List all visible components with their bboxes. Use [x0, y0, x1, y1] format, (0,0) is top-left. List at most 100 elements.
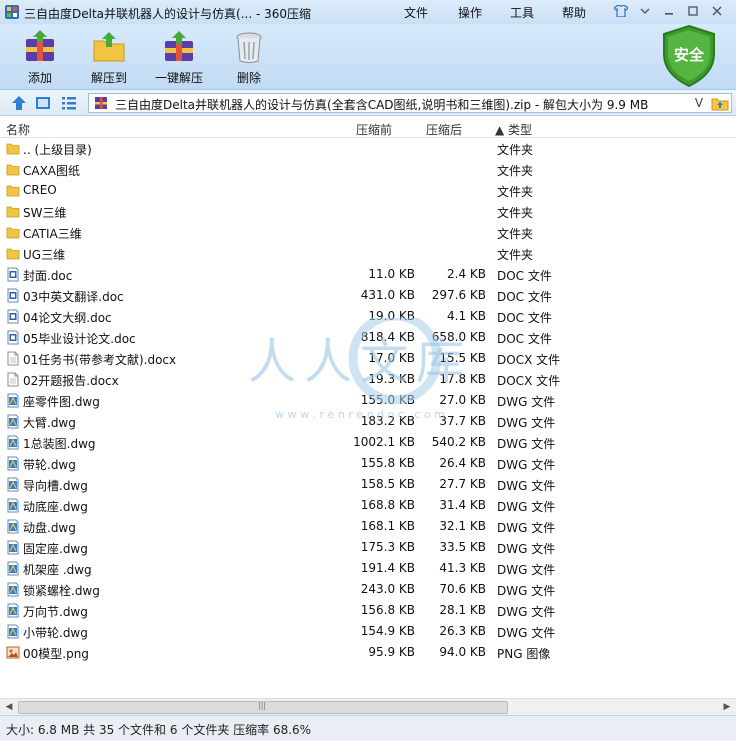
list-view-icon[interactable]	[60, 94, 78, 112]
file-type: 文件夹	[497, 185, 534, 199]
folder-extract-icon	[93, 32, 125, 62]
delete-label: 删除	[236, 71, 261, 85]
file-compressed-size: 297.6 KB	[431, 288, 486, 302]
minimize-button[interactable]	[658, 2, 680, 20]
file-compressed-size: 28.1 KB	[439, 603, 486, 617]
up-arrow-icon[interactable]	[10, 94, 28, 112]
maximize-button[interactable]	[682, 2, 704, 20]
archive-add-icon	[26, 30, 54, 61]
file-original-size: 431.0 KB	[360, 288, 415, 302]
file-row[interactable]: 1总装图.dwg 1002.1 KB 540.2 KB DWG 文件	[0, 432, 736, 453]
thumbnail-view-icon[interactable]	[34, 94, 52, 112]
file-row[interactable]: 00模型.png 95.9 KB 94.0 KB PNG 图像	[0, 642, 736, 663]
scroll-left-icon[interactable]: ◀	[2, 701, 16, 714]
folder-icon	[6, 141, 20, 156]
file-name: 01任务书(带参考文献).docx	[23, 353, 177, 367]
file-compressed-size: 41.3 KB	[439, 561, 486, 575]
file-row[interactable]: 座零件图.dwg 155.0 KB 27.0 KB DWG 文件	[0, 390, 736, 411]
file-row[interactable]: 机架座 .dwg 191.4 KB 41.3 KB DWG 文件	[0, 558, 736, 579]
file-row[interactable]: 05毕业设计论文.doc 818.4 KB 658.0 KB DOC 文件	[0, 327, 736, 348]
one-click-extract-button[interactable]: 一键解压	[154, 29, 204, 86]
doc-file-icon	[6, 288, 20, 303]
security-badge-text: 安全	[674, 46, 705, 64]
file-row[interactable]: 动底座.dwg 168.8 KB 31.4 KB DWG 文件	[0, 495, 736, 516]
close-button[interactable]	[706, 2, 728, 20]
add-button[interactable]: 添加	[20, 29, 60, 86]
folder-icon	[6, 225, 20, 240]
file-row[interactable]: 大臂.dwg 183.2 KB 37.7 KB DWG 文件	[0, 411, 736, 432]
column-original-size[interactable]: 压缩前	[356, 121, 392, 138]
parent-folder-icon[interactable]	[711, 95, 729, 111]
security-shield-icon[interactable]: 安全	[660, 24, 718, 88]
column-type[interactable]: ▲ 类型	[495, 121, 532, 138]
file-row[interactable]: 01任务书(带参考文献).docx 17.0 KB 15.5 KB DOCX 文件	[0, 348, 736, 369]
dwg-file-icon	[6, 477, 20, 492]
folder-icon	[6, 183, 20, 198]
status-text: 大小: 6.8 MB 共 35 个文件和 6 个文件夹 压缩率 68.6%	[6, 723, 312, 737]
file-type: DWG 文件	[497, 521, 556, 535]
window-title: 三自由度Delta并联机器人的设计与仿真(... - 360压缩	[24, 7, 312, 21]
column-name[interactable]: 名称	[6, 121, 30, 138]
file-row[interactable]: 小带轮.dwg 154.9 KB 26.3 KB DWG 文件	[0, 621, 736, 642]
file-row[interactable]: 动盘.dwg 168.1 KB 32.1 KB DWG 文件	[0, 516, 736, 537]
path-field[interactable]: 三自由度Delta并联机器人的设计与仿真(全套含CAD图纸,说明书和三维图).z…	[88, 93, 732, 113]
file-type: DOC 文件	[497, 332, 552, 346]
file-row[interactable]: 固定座.dwg 175.3 KB 33.5 KB DWG 文件	[0, 537, 736, 558]
file-compressed-size: 33.5 KB	[439, 540, 486, 554]
file-compressed-size: 15.5 KB	[439, 351, 486, 365]
path-text: 三自由度Delta并联机器人的设计与仿真(全套含CAD图纸,说明书和三维图).z…	[115, 98, 649, 112]
file-original-size: 17.0 KB	[368, 351, 415, 365]
column-compressed-size[interactable]: 压缩后	[426, 121, 462, 138]
file-type: DWG 文件	[497, 500, 556, 514]
menu-help[interactable]: 帮助	[562, 4, 586, 21]
docx-file-icon	[6, 351, 20, 366]
file-row[interactable]: CREO 文件夹	[0, 180, 736, 201]
horizontal-scrollbar[interactable]: ◀ ||| ▶	[0, 698, 736, 715]
file-row[interactable]: .. (上级目录) 文件夹	[0, 138, 736, 159]
file-type: DWG 文件	[497, 563, 556, 577]
extract-to-button[interactable]: 解压到	[88, 29, 130, 86]
file-original-size: 168.1 KB	[360, 519, 415, 533]
file-row[interactable]: CAXA图纸 文件夹	[0, 159, 736, 180]
file-original-size: 19.3 KB	[368, 372, 415, 386]
file-name: 锁紧螺栓.dwg	[23, 584, 100, 598]
file-row[interactable]: 带轮.dwg 155.8 KB 26.4 KB DWG 文件	[0, 453, 736, 474]
file-row[interactable]: UG三维 文件夹	[0, 243, 736, 264]
file-compressed-size: 27.7 KB	[439, 477, 486, 491]
skin-shirt-icon[interactable]	[610, 2, 632, 20]
file-compressed-size: 37.7 KB	[439, 414, 486, 428]
file-name: 封面.doc	[23, 269, 73, 283]
file-compressed-size: 31.4 KB	[439, 498, 486, 512]
file-row[interactable]: 万向节.dwg 156.8 KB 28.1 KB DWG 文件	[0, 600, 736, 621]
delete-button[interactable]: 删除	[230, 29, 268, 86]
file-row[interactable]: SW三维 文件夹	[0, 201, 736, 222]
file-row[interactable]: 02开题报告.docx 19.3 KB 17.8 KB DOCX 文件	[0, 369, 736, 390]
dwg-file-icon	[6, 582, 20, 597]
file-original-size: 156.8 KB	[360, 603, 415, 617]
path-dropdown-button[interactable]: V	[691, 94, 707, 112]
file-original-size: 183.2 KB	[360, 414, 415, 428]
doc-file-icon	[6, 309, 20, 324]
menu-file[interactable]: 文件	[404, 4, 428, 21]
dropdown-menu-icon[interactable]	[634, 2, 656, 20]
file-row[interactable]: 03中英文翻译.doc 431.0 KB 297.6 KB DOC 文件	[0, 285, 736, 306]
file-row[interactable]: 封面.doc 11.0 KB 2.4 KB DOC 文件	[0, 264, 736, 285]
file-type: DWG 文件	[497, 479, 556, 493]
file-compressed-size: 2.4 KB	[447, 267, 486, 281]
file-type: DWG 文件	[497, 458, 556, 472]
file-name: 导向槽.dwg	[23, 479, 88, 493]
file-name: 大臂.dwg	[23, 416, 76, 430]
menu-operation[interactable]: 操作	[458, 4, 482, 21]
dwg-file-icon	[6, 414, 20, 429]
file-row[interactable]: 锁紧螺栓.dwg 243.0 KB 70.6 KB DWG 文件	[0, 579, 736, 600]
scroll-right-icon[interactable]: ▶	[720, 701, 734, 714]
menu-tools[interactable]: 工具	[510, 4, 534, 21]
file-name: UG三维	[23, 248, 66, 262]
file-row[interactable]: CATIA三维 文件夹	[0, 222, 736, 243]
docx-file-icon	[6, 372, 20, 387]
file-row[interactable]: 导向槽.dwg 158.5 KB 27.7 KB DWG 文件	[0, 474, 736, 495]
file-row[interactable]: 04论文大纲.doc 19.0 KB 4.1 KB DOC 文件	[0, 306, 736, 327]
address-bar: 三自由度Delta并联机器人的设计与仿真(全套含CAD图纸,说明书和三维图).z…	[0, 90, 736, 116]
toolbar: 添加 解压到 一键解压 删除	[0, 24, 736, 90]
dwg-file-icon	[6, 624, 20, 639]
